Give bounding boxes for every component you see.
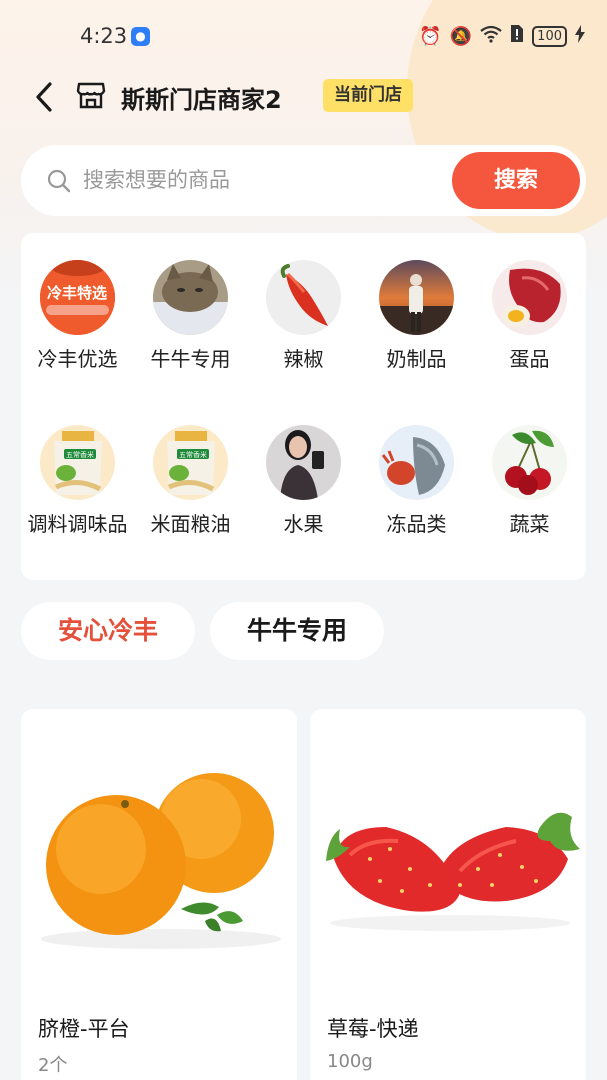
search-bar: 搜索 [21, 145, 586, 216]
status-time: 4:23 [80, 24, 128, 48]
notification-app-icon: ● [131, 27, 150, 46]
product-card[interactable]: 脐橙-平台 2个 [21, 709, 297, 1080]
lengfeng-banner-image: 冷丰特选 [40, 260, 115, 335]
store-header: 斯斯门店商家2 当前门店 [0, 74, 607, 120]
category-item-chili[interactable]: 辣椒 [247, 233, 360, 371]
tab-niuniu[interactable]: 牛牛专用 [210, 602, 384, 660]
charging-icon [575, 24, 585, 48]
battery-indicator: 100 [532, 25, 567, 47]
status-bar: 4:23 ● ⏰ 🔕 100 [0, 0, 607, 74]
category-grid: 冷丰特选 冷丰优选 牛牛专用 辣椒 奶制品 蛋品 五常香米 调料调味品 五常香米… [21, 233, 586, 580]
mute-bell-icon: 🔕 [449, 25, 473, 47]
category-item-egg[interactable]: 蛋品 [473, 233, 586, 371]
product-name: 草莓-快递 [327, 1017, 419, 1041]
category-item-dairy[interactable]: 奶制品 [360, 233, 473, 371]
rice-bag-image: 五常香米 [153, 425, 228, 500]
category-item-grain-oil[interactable]: 五常香米 米面粮油 [134, 398, 247, 536]
search-input[interactable] [83, 163, 443, 197]
category-item-vegetable[interactable]: 蔬菜 [473, 398, 586, 536]
product-spec: 2个 [38, 1055, 68, 1076]
category-item-lengfeng[interactable]: 冷丰特选 冷丰优选 [21, 233, 134, 371]
seafood-image [379, 425, 454, 500]
woman-selfie-image [266, 425, 341, 500]
store-name: 斯斯门店商家2 [121, 86, 282, 114]
cat-photo-image [153, 260, 228, 335]
rice-bag-text: 五常香米 [179, 450, 207, 459]
tab-anxin-lengfeng[interactable]: 安心冷丰 [21, 602, 195, 660]
category-item-seasoning[interactable]: 五常香米 调料调味品 [21, 398, 134, 536]
status-icons: ⏰ 🔕 100 [419, 24, 585, 48]
sunset-person-image [379, 260, 454, 335]
category-item-frozen[interactable]: 冻品类 [360, 398, 473, 536]
chili-pepper-image [266, 260, 341, 335]
rice-bag-text: 五常香米 [66, 450, 94, 459]
product-name: 脐橙-平台 [38, 1017, 130, 1041]
back-button[interactable] [28, 78, 60, 116]
category-label: 蔬菜 [509, 512, 550, 536]
store-icon [76, 82, 106, 109]
current-store-badge: 当前门店 [323, 79, 413, 112]
product-card[interactable]: 草莓-快递 100g [310, 709, 586, 1080]
alarm-icon: ⏰ [419, 25, 442, 47]
meat-egg-image [492, 260, 567, 335]
sim-alert-icon [510, 24, 524, 48]
search-icon [47, 169, 71, 193]
category-item-niuniu[interactable]: 牛牛专用 [134, 233, 247, 371]
search-button[interactable]: 搜索 [452, 152, 580, 209]
rice-bag-image: 五常香米 [40, 425, 115, 500]
oranges-image [21, 709, 297, 999]
chevron-left-icon [36, 82, 52, 112]
cherries-image [492, 425, 567, 500]
category-label: 蛋品 [509, 347, 550, 371]
wifi-icon [480, 25, 502, 48]
strawberries-image [310, 709, 586, 999]
product-spec: 100g [327, 1051, 373, 1072]
lengfeng-thumb-text: 冷丰特选 [47, 284, 107, 302]
category-item-fruit[interactable]: 水果 [247, 398, 360, 536]
